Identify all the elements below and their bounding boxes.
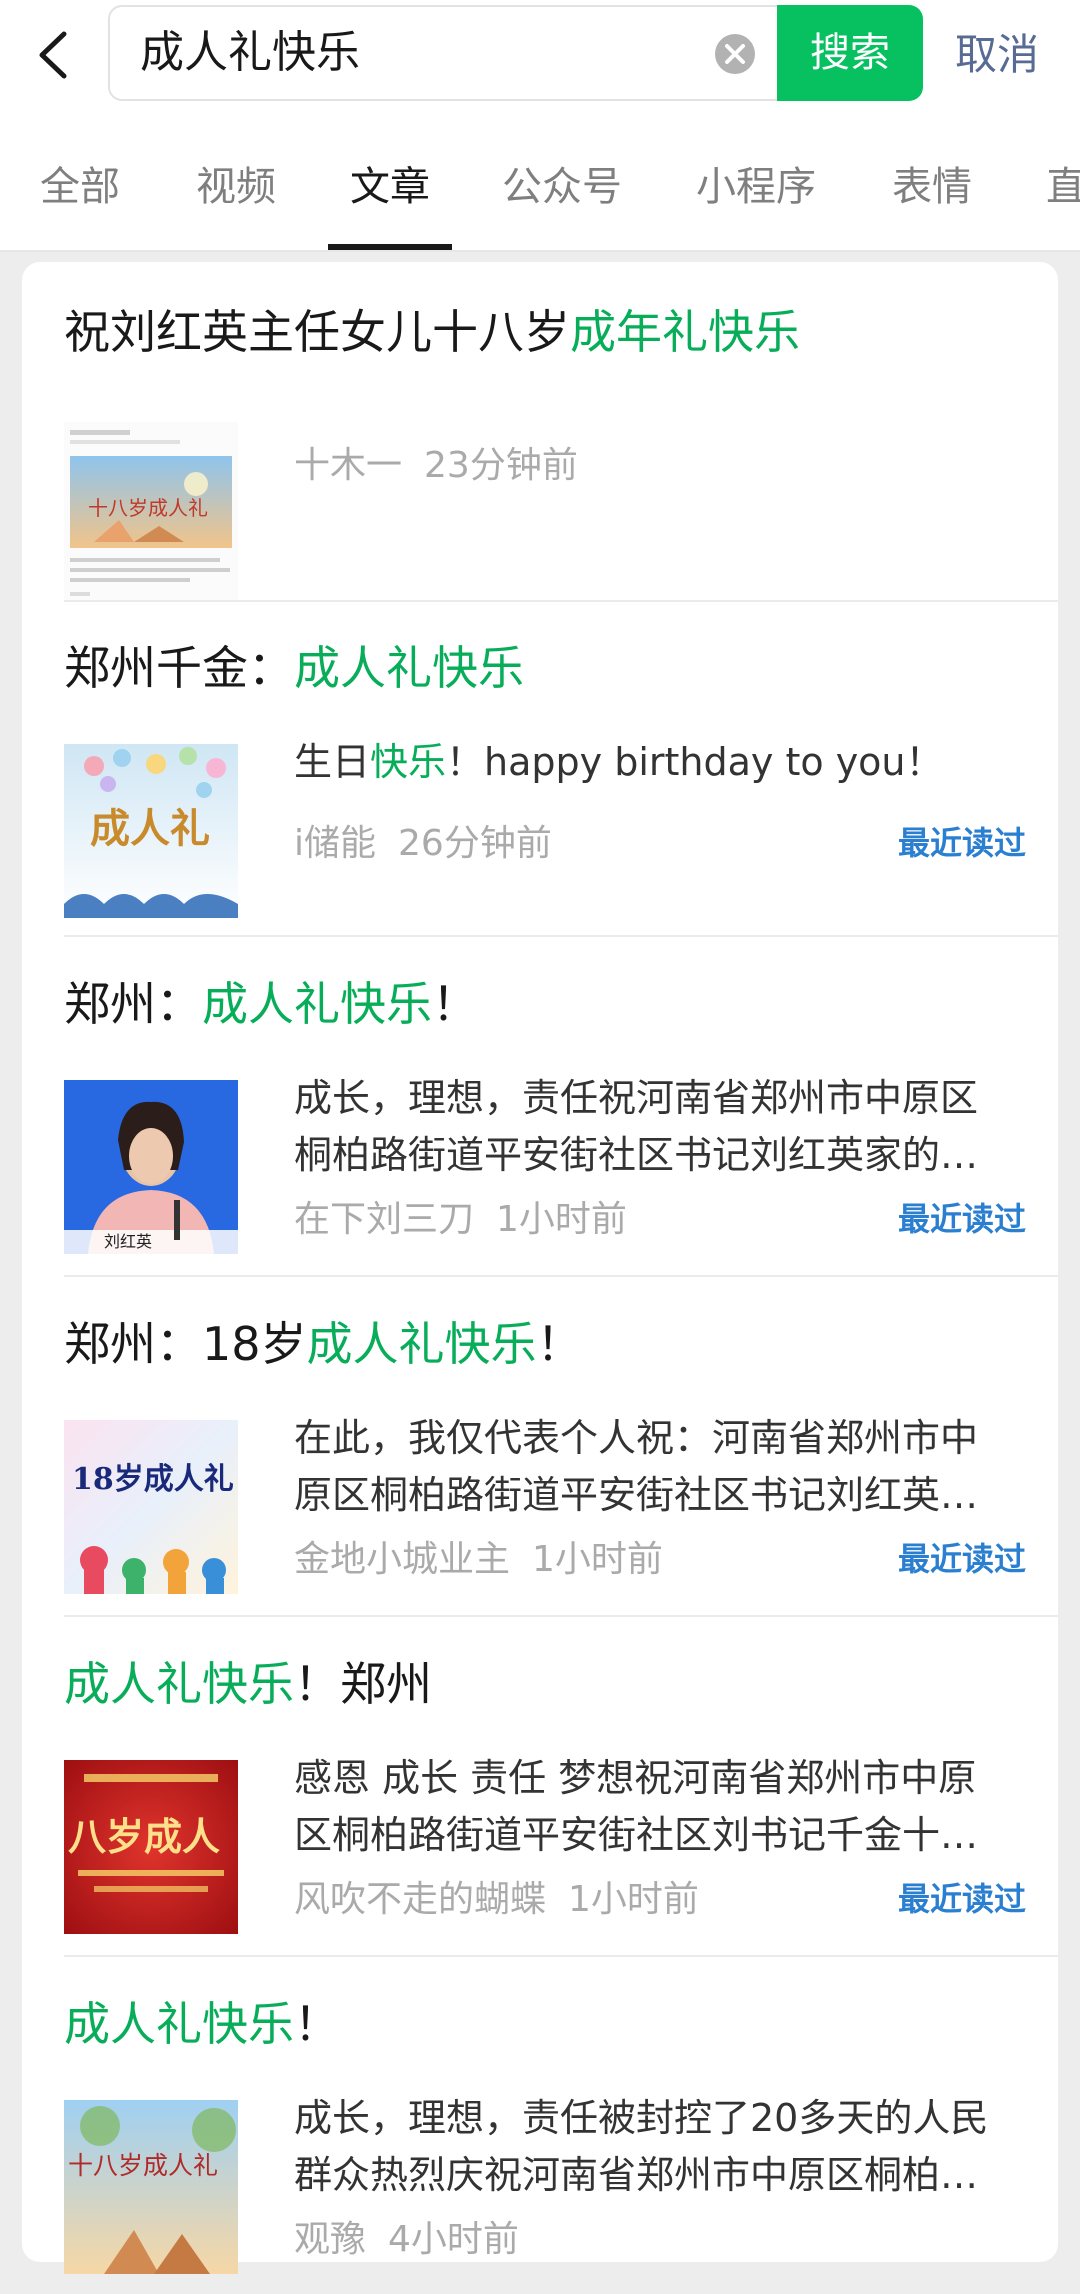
back-arrow-icon[interactable] [34, 30, 74, 80]
post-time: 4小时前 [388, 2219, 519, 2260]
tab-video[interactable]: 视频 [196, 154, 276, 212]
article-meta: 十木一 23分钟前 [294, 436, 578, 488]
recently-read-badge: 最近读过 [897, 1200, 1026, 1238]
article-snippet: 成长，理想，责任祝河南省郑州市中原区 桐柏路街道平安街社区书记刘红英家的… [294, 1076, 979, 1177]
thumbnail-caption: 刘红英 [104, 1232, 153, 1251]
thumbnail-caption: 八岁成人 [68, 1814, 221, 1859]
list-item[interactable]: 郑州：18岁成人礼快乐！ 18岁成人礼 在此，我仅代表个人祝：河南省郑州市中 原… [64, 1314, 1036, 1634]
article-title[interactable]: 成人礼快乐！郑州 [64, 1654, 432, 1714]
active-tab-indicator [328, 244, 452, 250]
thumbnail-caption: 十八岁成人礼 [68, 2151, 219, 2180]
list-item[interactable]: 成人礼快乐！郑州 八岁成人 感恩 成长 责任 梦想祝河南省郑州市中原 区桐柏路街… [64, 1654, 1036, 1974]
list-item[interactable]: 成人礼快乐！ 十八岁成人礼 成长，理想，责任被封控了20多天的人民 群众热烈庆祝… [64, 1994, 1036, 2294]
thumbnail-caption: 18岁成人礼 [72, 1462, 234, 1497]
tab-official-accounts[interactable]: 公众号 [502, 154, 622, 212]
article-snippet: 感恩 成长 责任 梦想祝河南省郑州市中原 区桐柏路街道平安街社区刘书记千金十… [294, 1756, 979, 1857]
article-thumbnail: 十八岁成人礼 [64, 422, 238, 602]
recently-read-badge: 最近读过 [897, 1540, 1026, 1578]
search-query-text: 成人礼快乐 [140, 27, 360, 78]
article-thumbnail: 刘红英 [64, 1080, 238, 1254]
post-time: 26分钟前 [398, 823, 552, 864]
article-snippet: 生日快乐！happy birthday to you！ [294, 740, 944, 784]
post-time: 1小时前 [496, 1199, 627, 1240]
article-meta: i储能 26分钟前 [294, 814, 552, 866]
article-title[interactable]: 祝刘红英主任女儿十八岁成年礼快乐 [64, 302, 800, 362]
article-title[interactable]: 成人礼快乐！ [64, 1994, 340, 2054]
category-tabs: 全部 视频 文章 公众号 小程序 表情 直 [0, 110, 1080, 252]
article-thumbnail: 十八岁成人礼 [64, 2100, 238, 2274]
article-title[interactable]: 郑州：成人礼快乐！ [64, 974, 478, 1034]
author-name[interactable]: 在下刘三刀 [294, 1199, 474, 1240]
article-meta: 金地小城业主 1小时前 [294, 1530, 663, 1582]
author-name[interactable]: i储能 [294, 823, 376, 864]
thumbnail-caption: 十八岁成人礼 [88, 496, 208, 520]
author-name[interactable]: 观豫 [294, 2219, 366, 2260]
article-thumbnail: 成人礼 [64, 744, 238, 918]
author-name[interactable]: 金地小城业主 [294, 1539, 510, 1580]
post-time: 1小时前 [568, 1879, 699, 1920]
post-time: 1小时前 [532, 1539, 663, 1580]
divider [64, 1955, 1058, 1957]
clear-icon[interactable] [714, 33, 756, 75]
post-time: 23分钟前 [424, 445, 578, 486]
recently-read-badge: 最近读过 [897, 824, 1026, 862]
divider [64, 1615, 1058, 1617]
search-button[interactable]: 搜索 [777, 5, 923, 101]
author-name[interactable]: 十木一 [294, 445, 402, 486]
recently-read-badge: 最近读过 [897, 1880, 1026, 1918]
tab-stickers[interactable]: 表情 [892, 154, 972, 212]
divider [64, 935, 1058, 937]
article-thumbnail: 18岁成人礼 [64, 1420, 238, 1594]
article-title[interactable]: 郑州：18岁成人礼快乐！ [64, 1314, 583, 1374]
list-item[interactable]: 郑州：成人礼快乐！ 刘红英 成长，理想，责任祝河南省郑州市中原区 桐柏路街道平安… [64, 974, 1036, 1294]
article-snippet: 在此，我仅代表个人祝：河南省郑州市中 原区桐柏路街道平安街社区书记刘红英… [294, 1416, 979, 1517]
article-snippet: 成长，理想，责任被封控了20多天的人民 群众热烈庆祝河南省郑州市中原区桐柏… [294, 2096, 989, 2197]
tab-live[interactable]: 直 [1046, 154, 1080, 212]
tab-mini-programs[interactable]: 小程序 [696, 154, 816, 212]
article-meta: 在下刘三刀 1小时前 [294, 1190, 627, 1242]
cancel-button[interactable]: 取消 [955, 0, 1039, 110]
divider [64, 600, 1058, 602]
article-meta: 风吹不走的蝴蝶 1小时前 [294, 1870, 699, 1922]
tab-all[interactable]: 全部 [40, 154, 120, 212]
article-meta: 观豫 4小时前 [294, 2210, 519, 2262]
tab-articles[interactable]: 文章 [350, 154, 430, 212]
article-title[interactable]: 郑州千金：成人礼快乐 [64, 638, 524, 698]
search-header: 成人礼快乐 搜索 取消 [0, 0, 1080, 110]
thumbnail-caption: 成人礼 [90, 805, 210, 852]
list-item[interactable]: 郑州千金：成人礼快乐 成人礼 生日快乐！happy birthday to yo… [64, 638, 1036, 958]
article-thumbnail: 八岁成人 [64, 1760, 238, 1934]
results-list: 祝刘红英主任女儿十八岁成年礼快乐 十八岁成人礼 十木一 23分钟前 郑州千金：成人… [22, 262, 1058, 2274]
divider [64, 1275, 1058, 1277]
author-name[interactable]: 风吹不走的蝴蝶 [294, 1879, 546, 1920]
